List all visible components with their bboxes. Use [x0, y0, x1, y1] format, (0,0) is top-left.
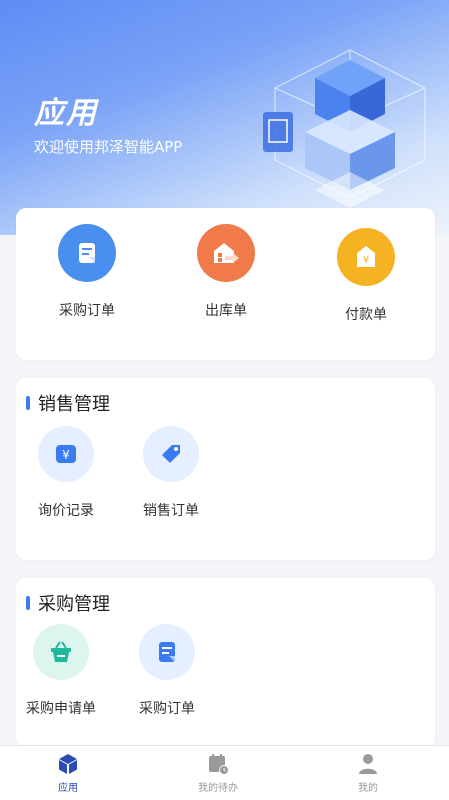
purchase-management-card: 采购管理 采购申请单 采购订单 — [16, 578, 435, 748]
isometric-cubes-illustration — [263, 49, 426, 208]
section-accent-bar — [26, 596, 30, 610]
cube-icon — [59, 754, 77, 774]
section-header: 采购管理 — [26, 590, 110, 616]
quick-action-purchase-order[interactable]: 采购订单 — [32, 224, 142, 320]
svg-text:¥: ¥ — [363, 255, 369, 266]
app-label: 询价记录 — [38, 503, 94, 519]
app-label: 销售订单 — [143, 503, 199, 519]
quick-action-warehouse-out[interactable]: 出库单 — [171, 224, 281, 320]
app-label: 采购订单 — [139, 701, 195, 717]
welcome-subtitle: 欢迎使用邦泽智能APP — [34, 138, 183, 156]
svg-text:¥: ¥ — [62, 448, 70, 462]
app-label: 采购申请单 — [26, 701, 96, 717]
app-inquiry-records[interactable]: ¥ 询价记录 — [21, 426, 111, 520]
tag-icon — [143, 426, 199, 482]
yen-icon: ¥ — [38, 426, 94, 482]
user-icon — [359, 754, 377, 774]
app-purchase-request[interactable]: 采购申请单 — [16, 624, 106, 718]
section-title: 采购管理 — [38, 594, 110, 615]
tab-mine[interactable]: 我的 — [328, 752, 408, 794]
tab-my-todos[interactable]: 我的待办 — [178, 752, 258, 794]
section-accent-bar — [26, 396, 30, 410]
order-icon — [58, 224, 116, 282]
quick-action-label: 采购订单 — [59, 303, 115, 319]
tab-label: 应用 — [58, 783, 78, 794]
hero-banner: 应用 欢迎使用邦泽智能APP — [0, 0, 449, 235]
quick-action-label: 付款单 — [345, 307, 387, 323]
tab-apps[interactable]: 应用 — [28, 752, 108, 794]
calendar-clock-icon — [209, 754, 229, 775]
payment-icon: ¥ — [337, 228, 395, 286]
basket-icon — [33, 624, 89, 680]
section-header: 销售管理 — [26, 390, 110, 416]
page-title: 应用 — [34, 96, 98, 131]
app-sales-order[interactable]: 销售订单 — [126, 426, 216, 520]
purchase-order-icon — [139, 624, 195, 680]
quick-action-payment[interactable]: ¥ 付款单 — [311, 228, 421, 324]
quick-action-label: 出库单 — [205, 303, 247, 319]
app-purchase-order[interactable]: 采购订单 — [122, 624, 212, 718]
quick-actions-card: 采购订单 出库单 ¥ 付款单 — [16, 208, 435, 360]
tab-label: 我的 — [358, 783, 378, 794]
bottom-tab-bar: 应用 我的待办 我的 — [0, 745, 449, 800]
sales-management-card: 销售管理 ¥ 询价记录 销售订单 — [16, 378, 435, 560]
warehouse-out-icon — [197, 224, 255, 282]
tab-label: 我的待办 — [198, 783, 238, 794]
section-title: 销售管理 — [38, 394, 110, 415]
